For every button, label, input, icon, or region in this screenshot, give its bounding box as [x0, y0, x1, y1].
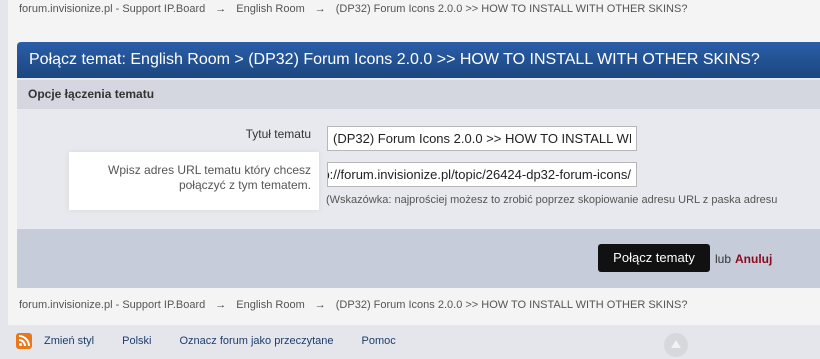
breadcrumb-home[interactable]: forum.invisionize.pl - Support IP.Board	[19, 299, 205, 311]
mark-read-link[interactable]: Oznacz forum jako przeczytane	[179, 335, 333, 347]
section-header: Opcje łączenia tematu	[17, 80, 820, 109]
cancel-link[interactable]: Anuluj	[735, 252, 772, 266]
breadcrumb-home[interactable]: forum.invisionize.pl - Support IP.Board	[19, 3, 205, 15]
url-help-card: Wpisz adres URL tematu który chcesz połą…	[69, 152, 319, 210]
topic-url-value: http://forum.invisionize.pl/topic/26424-…	[327, 167, 631, 182]
arrow-icon: →	[215, 3, 227, 15]
url-help-line-1: Wpisz adres URL tematu który chcesz	[108, 163, 311, 177]
help-link[interactable]: Pomoc	[362, 335, 396, 347]
breadcrumb-bottom: forum.invisionize.pl - Support IP.Board …	[19, 299, 687, 311]
breadcrumb: forum.invisionize.pl - Support IP.Board …	[19, 3, 687, 15]
breadcrumb-forum[interactable]: English Room	[236, 299, 304, 311]
footer-links: Zmień styl Polski Oznacz forum jako prze…	[16, 331, 424, 351]
rss-icon[interactable]	[16, 333, 32, 349]
breadcrumb-topic[interactable]: (DP32) Forum Icons 2.0.0 >> HOW TO INSTA…	[336, 299, 688, 311]
topic-url-input[interactable]: http://forum.invisionize.pl/topic/26424-…	[327, 162, 637, 187]
topic-title-label: Tytuł tematu	[245, 127, 311, 141]
arrow-icon: →	[314, 3, 326, 15]
page: forum.invisionize.pl - Support IP.Board …	[8, 0, 820, 325]
back-to-top-icon[interactable]	[664, 333, 688, 357]
language-link[interactable]: Polski	[122, 335, 151, 347]
url-help-line-2: połączyć z tym tematem.	[178, 178, 311, 192]
merge-topic-form: Połącz temat: English Room > (DP32) Foru…	[17, 42, 820, 288]
arrow-icon: →	[314, 299, 326, 311]
url-help-text: Wpisz adres URL tematu który chcesz połą…	[71, 163, 311, 193]
url-hint: (Wskazówka: najprościej możesz to zrobić…	[326, 194, 778, 206]
merge-topics-button[interactable]: Połącz tematy	[598, 244, 710, 272]
breadcrumb-forum[interactable]: English Room	[236, 3, 304, 15]
page-title: Połącz temat: English Room > (DP32) Foru…	[17, 42, 820, 78]
breadcrumb-topic[interactable]: (DP32) Forum Icons 2.0.0 >> HOW TO INSTA…	[336, 3, 688, 15]
arrow-icon: →	[215, 299, 227, 311]
change-skin-link[interactable]: Zmień styl	[44, 335, 94, 347]
topic-title-input[interactable]	[327, 126, 637, 151]
or-label: lub	[715, 252, 732, 266]
